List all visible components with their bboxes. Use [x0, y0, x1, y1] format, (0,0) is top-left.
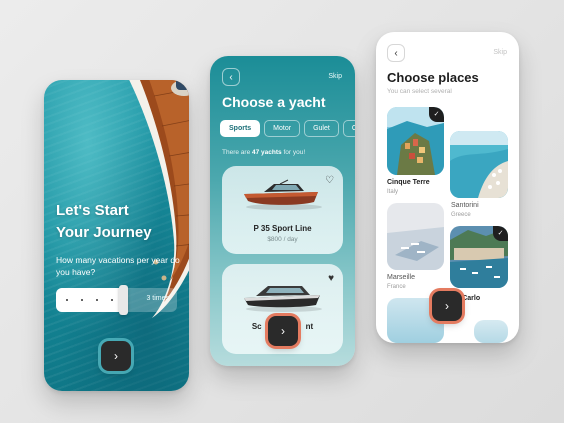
chevron-left-icon: ‹ — [229, 71, 233, 83]
skip-link[interactable]: Skip — [493, 49, 507, 56]
place-country: Italy — [387, 189, 399, 195]
yacht-name-start: Sc — [251, 322, 262, 331]
motor-yacht-image — [244, 286, 322, 312]
yacht-name: P 35 Sport Line — [253, 224, 312, 233]
count-value: 47 yachts — [252, 149, 282, 156]
count-suffix: for you! — [281, 149, 306, 156]
skip-link[interactable]: Skip — [328, 73, 342, 80]
category-tabs: Sports Motor Gulet Cr — [220, 120, 355, 137]
place-country: France — [387, 284, 406, 290]
place-country: Greece — [451, 212, 471, 218]
santorini-photo — [450, 131, 508, 198]
yacht-name-end: nt — [305, 322, 314, 331]
tab-sports[interactable]: Sports — [220, 120, 261, 137]
next-button[interactable]: › — [432, 291, 462, 321]
next-button[interactable]: › — [268, 316, 298, 346]
onboarding-screen: Let's Start Your Journey How many vacati… — [44, 80, 189, 391]
place-card-monte-carlo[interactable]: ✓ — [450, 226, 508, 288]
page-title: Choose a yacht — [222, 94, 326, 110]
back-button[interactable]: ‹ — [222, 68, 240, 86]
tab-motor[interactable]: Motor — [264, 120, 301, 137]
page-title: Choose places — [387, 70, 479, 85]
choose-places-screen: ‹ Skip Choose places You can select seve… — [376, 32, 519, 343]
place-name: Cinque Terre — [387, 179, 430, 186]
slider-handle[interactable] — [119, 285, 128, 315]
vacations-question: How many vacations per year do you have? — [56, 255, 180, 277]
chevron-left-icon: ‹ — [394, 47, 398, 59]
place-name: Marseille — [387, 274, 416, 281]
title-line-2: Your Journey — [56, 224, 152, 241]
check-icon: ✓ — [493, 226, 508, 241]
place-name: Santorini — [451, 202, 479, 209]
place-card-cinque-terre[interactable]: ✓ — [387, 107, 444, 175]
chevron-right-icon: › — [281, 324, 285, 338]
onboarding-title: Let's Start Your Journey — [56, 200, 186, 244]
tab-gulet[interactable]: Gulet — [304, 120, 339, 137]
yacht-count: There are 47 yachts for you! — [222, 149, 305, 156]
yacht-price: $800 / day — [267, 236, 298, 243]
back-button[interactable]: ‹ — [387, 44, 405, 62]
slider-ticks — [66, 299, 113, 301]
yacht-card[interactable]: ♡ P 35 Sport Line $800 / day — [222, 166, 343, 254]
slider-value: 3 times — [146, 295, 169, 302]
chevron-right-icon: › — [445, 299, 449, 313]
page-subtitle: You can select several — [387, 88, 452, 95]
tab-cruise[interactable]: Cr — [342, 120, 355, 137]
count-prefix: There are — [222, 149, 252, 156]
check-icon: ✓ — [429, 107, 444, 122]
next-button[interactable]: › — [101, 341, 131, 371]
place-card-santorini[interactable] — [450, 131, 508, 198]
marseille-photo — [387, 203, 444, 270]
chevron-right-icon: › — [114, 349, 118, 363]
vacations-slider[interactable]: 3 times — [56, 285, 177, 315]
place-card-marseille[interactable] — [387, 203, 444, 270]
heart-outline-icon[interactable]: ♡ — [325, 175, 334, 186]
title-line-1: Let's Start — [56, 202, 129, 219]
heart-filled-icon[interactable]: ♥ — [328, 273, 334, 284]
place-card-partial[interactable] — [474, 320, 508, 343]
choose-yacht-screen: ‹ Skip Choose a yacht Sports Motor Gulet… — [210, 56, 355, 366]
speedboat-image — [244, 179, 322, 210]
